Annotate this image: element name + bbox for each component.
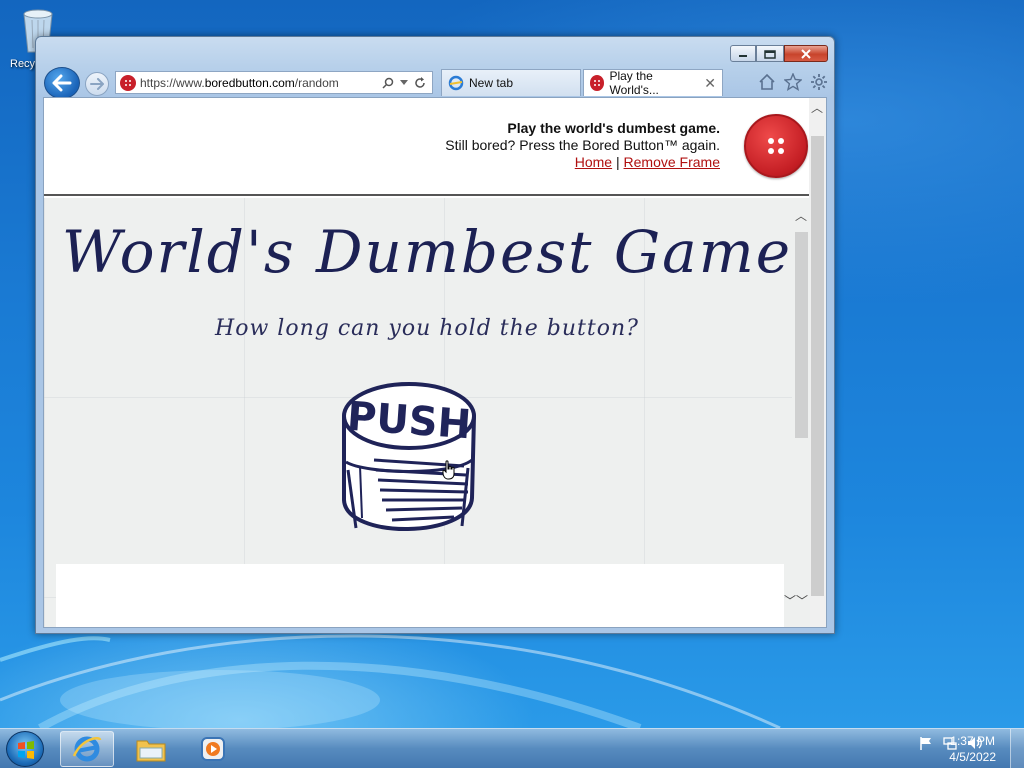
home-icon[interactable]	[758, 73, 776, 91]
back-arrow-icon	[52, 74, 72, 92]
clock-time: 1:37 PM	[950, 734, 995, 748]
show-desktop-button[interactable]	[1010, 729, 1024, 768]
address-url[interactable]: https://www.boredbutton.com/random	[140, 76, 382, 90]
bored-button-tab-icon	[590, 75, 605, 91]
button-holes-icon	[768, 138, 784, 154]
ie-tab-icon	[448, 75, 464, 91]
close-button[interactable]	[784, 45, 828, 62]
restore-button[interactable]	[756, 45, 784, 62]
search-icon[interactable]	[382, 77, 394, 89]
browser-window: https://www.boredbutton.com/random New t…	[35, 36, 835, 634]
tab-new-tab[interactable]: New tab	[441, 69, 581, 96]
minimize-button[interactable]	[730, 45, 756, 62]
link-separator: |	[616, 154, 620, 170]
page-scrollbar-thumb[interactable]	[811, 136, 824, 596]
tab-play-the-worlds[interactable]: Play the World's... ✕	[583, 69, 723, 97]
taskbar-media-player[interactable]	[186, 731, 240, 767]
page-viewport: Play the world's dumbest game. Still bor…	[43, 97, 827, 628]
remove-frame-link[interactable]: Remove Frame	[624, 154, 720, 170]
site-favicon-icon	[120, 74, 136, 91]
chevron-down-icon[interactable]	[400, 79, 408, 86]
scroll-down-icons[interactable]: ﹀﹀	[784, 592, 808, 609]
media-player-icon	[201, 737, 225, 761]
scroll-up-icon[interactable]: ︿	[811, 102, 823, 114]
push-button[interactable]: PUSH	[336, 378, 482, 540]
header-subtitle: Still bored? Press the Bored Button™ aga…	[445, 137, 720, 153]
tab-label: New tab	[469, 76, 514, 90]
windows-logo-icon	[18, 741, 34, 759]
back-button[interactable]	[44, 67, 80, 99]
window-caption-buttons	[730, 45, 828, 62]
navigation-bar: https://www.boredbutton.com/random New t…	[44, 67, 834, 99]
page-scrollbar[interactable]: ︿	[809, 98, 826, 627]
taskbar-file-explorer[interactable]	[124, 731, 178, 767]
url-path: /random	[294, 75, 339, 90]
bored-button[interactable]	[744, 114, 808, 178]
gear-icon[interactable]	[810, 73, 828, 91]
forward-button[interactable]	[85, 72, 109, 96]
clock-date: 4/5/2022	[949, 750, 996, 764]
url-prefix: https://www.	[140, 75, 205, 90]
home-link[interactable]: Home	[575, 154, 612, 170]
refresh-icon[interactable]	[414, 76, 426, 89]
tab-label: Play the World's...	[609, 69, 659, 97]
game-frame: World's Dumbest Game How long can you ho…	[44, 198, 810, 627]
header-title: Play the world's dumbest game.	[507, 120, 720, 136]
taskbar-clock[interactable]: 1:37 PM 4/5/2022	[949, 733, 996, 765]
game-subtitle: How long can you hold the button?	[215, 316, 639, 341]
star-icon[interactable]	[784, 73, 802, 91]
internet-explorer-icon	[72, 736, 102, 762]
game-frame-scrollbar[interactable]: ︿	[792, 198, 810, 627]
frame-scroll-up-icon[interactable]: ︿	[795, 210, 807, 222]
hand-cursor-icon	[442, 460, 455, 480]
folder-icon	[136, 740, 166, 762]
url-host: boredbutton.com	[204, 75, 295, 90]
ad-placeholder	[56, 564, 784, 627]
address-bar[interactable]: https://www.boredbutton.com/random	[115, 71, 433, 94]
taskbar: 1:37 PM 4/5/2022	[0, 728, 1024, 768]
bored-button-frame-header: Play the world's dumbest game. Still bor…	[44, 98, 810, 196]
tab-close-icon[interactable]: ✕	[704, 75, 716, 92]
action-center-flag-icon[interactable]	[918, 735, 934, 751]
game-title: World's Dumbest Game	[61, 218, 793, 286]
forward-arrow-icon	[90, 78, 104, 90]
start-button[interactable]	[6, 731, 44, 767]
game-frame-scrollbar-thumb[interactable]	[795, 232, 808, 438]
taskbar-internet-explorer[interactable]	[60, 731, 114, 767]
